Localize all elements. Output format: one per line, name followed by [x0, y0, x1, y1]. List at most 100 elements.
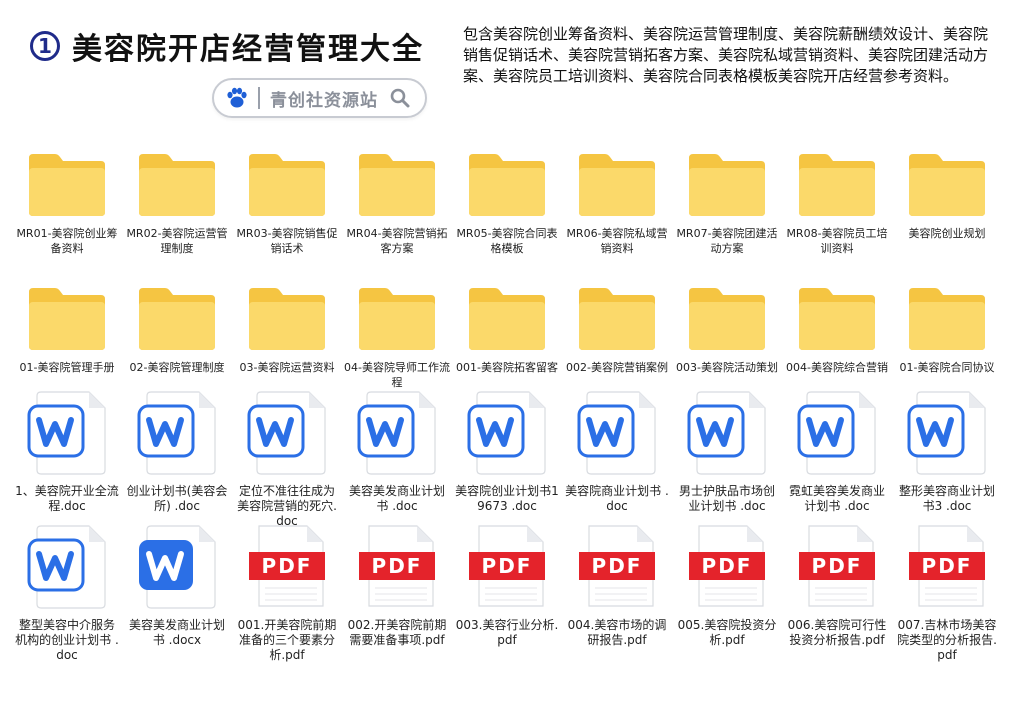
pdf-file-item[interactable]: PDF 002.开美容院前期需要准备事项.pdf [342, 525, 452, 664]
word-file-item[interactable]: 美容美发商业计划书 .doc [342, 391, 452, 530]
folder-item[interactable]: MR05-美容院合同表格模板 [452, 128, 562, 262]
file-label: 美容院创业规划 [908, 227, 986, 240]
pdf-file-item[interactable]: PDF 005.美容院投资分析.pdf [672, 525, 782, 664]
word-document-icon [27, 525, 106, 609]
folder-item[interactable]: MR08-美容院员工培训资料 [782, 128, 892, 262]
folder-icon [249, 154, 325, 216]
search-divider [258, 87, 260, 109]
word-file-item[interactable]: 整型美容中介服务机构的创业计划书 .doc [12, 525, 122, 664]
folder-icon [29, 154, 105, 216]
folder-item[interactable]: 01-美容院合同协议 [892, 262, 1002, 396]
file-label: 美容院商业计划书 .doc [565, 484, 669, 513]
folder-item[interactable]: MR03-美容院销售促销话术 [232, 128, 342, 262]
file-label: 03-美容院运营资料 [239, 361, 335, 374]
file-icon-container: PDF [353, 525, 441, 610]
file-icon-container [573, 391, 661, 476]
folder-item[interactable]: 001-美容院拓客留客 [452, 262, 562, 396]
word-document-icon [137, 391, 216, 475]
search-placeholder: 青创社资源站 [270, 90, 378, 111]
file-icon-container: PDF [463, 525, 551, 610]
file-label: 创业计划书(美容会所) .doc [126, 484, 228, 513]
word-file-item[interactable]: 定位不准往往成为美容院营销的死穴.doc [232, 391, 342, 530]
pdf-document-icon: PDF [469, 525, 545, 607]
title-block: 1 美容院开店经营管理大全 [30, 24, 424, 68]
file-icon-container [573, 272, 661, 352]
pdf-file-item[interactable]: PDF 004.美容市场的调研报告.pdf [562, 525, 672, 664]
pdf-document-icon: PDF [249, 525, 325, 607]
folder-item[interactable]: MR04-美容院营销拓客方案 [342, 128, 452, 262]
pdf-badge-text: PDF [592, 554, 643, 578]
word-document-icon [139, 525, 216, 609]
pdf-document-icon: PDF [689, 525, 765, 607]
file-label: 美容美发商业计划书 .doc [348, 484, 445, 513]
file-label: MR04-美容院营销拓客方案 [346, 227, 448, 255]
folder-item[interactable]: 002-美容院营销案例 [562, 262, 672, 396]
folder-icon [139, 154, 215, 216]
word-file-item[interactable]: 美容美发商业计划书 .docx [122, 525, 232, 664]
folder-item[interactable]: MR02-美容院运营管理制度 [122, 128, 232, 262]
folder-item[interactable]: MR06-美容院私域营销资料 [562, 128, 672, 262]
file-icon-container: PDF [903, 525, 991, 610]
pdf-file-item[interactable]: PDF 006.美容院可行性投资分析报告.pdf [782, 525, 892, 664]
file-icon-container [23, 391, 111, 476]
page-title: 美容院开店经营管理大全 [72, 32, 424, 67]
file-grid: MR01-美容院创业筹备资料 MR02-美容院运营管理制度 MR03-美容院销售… [12, 128, 1012, 664]
file-icon-container [903, 272, 991, 352]
folder-icon [249, 288, 325, 350]
file-label: MR08-美容院员工培训资料 [786, 227, 888, 255]
file-label: 01-美容院合同协议 [899, 361, 995, 374]
folder-item[interactable]: 01-美容院管理手册 [12, 262, 122, 396]
file-label: 006.美容院可行性投资分析报告.pdf [787, 618, 887, 647]
file-icon-container [683, 272, 771, 352]
pdf-file-item[interactable]: PDF 007.吉林市场美容院类型的分析报告.pdf [892, 525, 1002, 664]
file-label: 003-美容院活动策划 [676, 361, 778, 374]
file-icon-container [793, 272, 881, 352]
file-icon-container: PDF [573, 525, 661, 610]
search-bar[interactable]: 青创社资源站 [212, 78, 427, 118]
file-label: 霓虹美容美发商业计划书 .doc [788, 484, 885, 513]
folder-icon [469, 288, 545, 350]
pdf-badge-text: PDF [372, 554, 423, 578]
search-icon[interactable] [389, 87, 411, 109]
file-label: 005.美容院投资分析.pdf [677, 618, 777, 647]
word-document-icon [797, 391, 876, 475]
folder-item[interactable]: 美容院创业规划 [892, 128, 1002, 262]
folder-item[interactable]: 004-美容院综合营销 [782, 262, 892, 396]
word-document-icon [27, 391, 106, 475]
word-file-item[interactable]: 1、美容院开业全流程.doc [12, 391, 122, 530]
word-file-item[interactable]: 创业计划书(美容会所) .doc [122, 391, 232, 530]
folder-item[interactable]: 04-美容院导师工作流程 [342, 262, 452, 396]
paw-icon [227, 87, 247, 108]
folder-item[interactable]: MR07-美容院团建活动方案 [672, 128, 782, 262]
section-number-badge: 1 [30, 31, 60, 61]
file-label: MR05-美容院合同表格模板 [456, 227, 558, 255]
word-document-icon [907, 391, 986, 475]
word-file-item[interactable]: 整形美容商业计划书3 .doc [892, 391, 1002, 530]
pdf-file-item[interactable]: PDF 001.开美容院前期准备的三个要素分析.pdf [232, 525, 342, 664]
word-file-item[interactable]: 美容院商业计划书 .doc [562, 391, 672, 530]
pdf-document-icon: PDF [359, 525, 435, 607]
file-icon-container [793, 391, 881, 476]
file-label: 01-美容院管理手册 [19, 361, 115, 374]
folder-item[interactable]: MR01-美容院创业筹备资料 [12, 128, 122, 262]
file-icon-container [353, 391, 441, 476]
file-label: MR06-美容院私域营销资料 [566, 227, 668, 255]
file-label: 04-美容院导师工作流程 [344, 361, 450, 389]
pdf-badge-text: PDF [262, 554, 313, 578]
folder-icon [909, 288, 985, 350]
folder-icon [139, 288, 215, 350]
file-label: 001.开美容院前期准备的三个要素分析.pdf [237, 618, 337, 662]
file-icon-container [903, 391, 991, 476]
word-file-item[interactable]: 霓虹美容美发商业计划书 .doc [782, 391, 892, 530]
folder-item[interactable]: 02-美容院管理制度 [122, 262, 232, 396]
word-file-item[interactable]: 美容院创业计划书19673 .doc [452, 391, 562, 530]
pdf-file-item[interactable]: PDF 003.美容行业分析.pdf [452, 525, 562, 664]
file-label: 003.美容行业分析.pdf [455, 618, 559, 647]
folder-item[interactable]: 03-美容院运营资料 [232, 262, 342, 396]
word-file-item[interactable]: 男士护肤品市场创业计划书 .doc [672, 391, 782, 530]
file-label: 02-美容院管理制度 [129, 361, 225, 374]
file-icon-container [353, 272, 441, 352]
file-label: MR07-美容院团建活动方案 [676, 227, 778, 255]
folder-icon [469, 154, 545, 216]
folder-item[interactable]: 003-美容院活动策划 [672, 262, 782, 396]
